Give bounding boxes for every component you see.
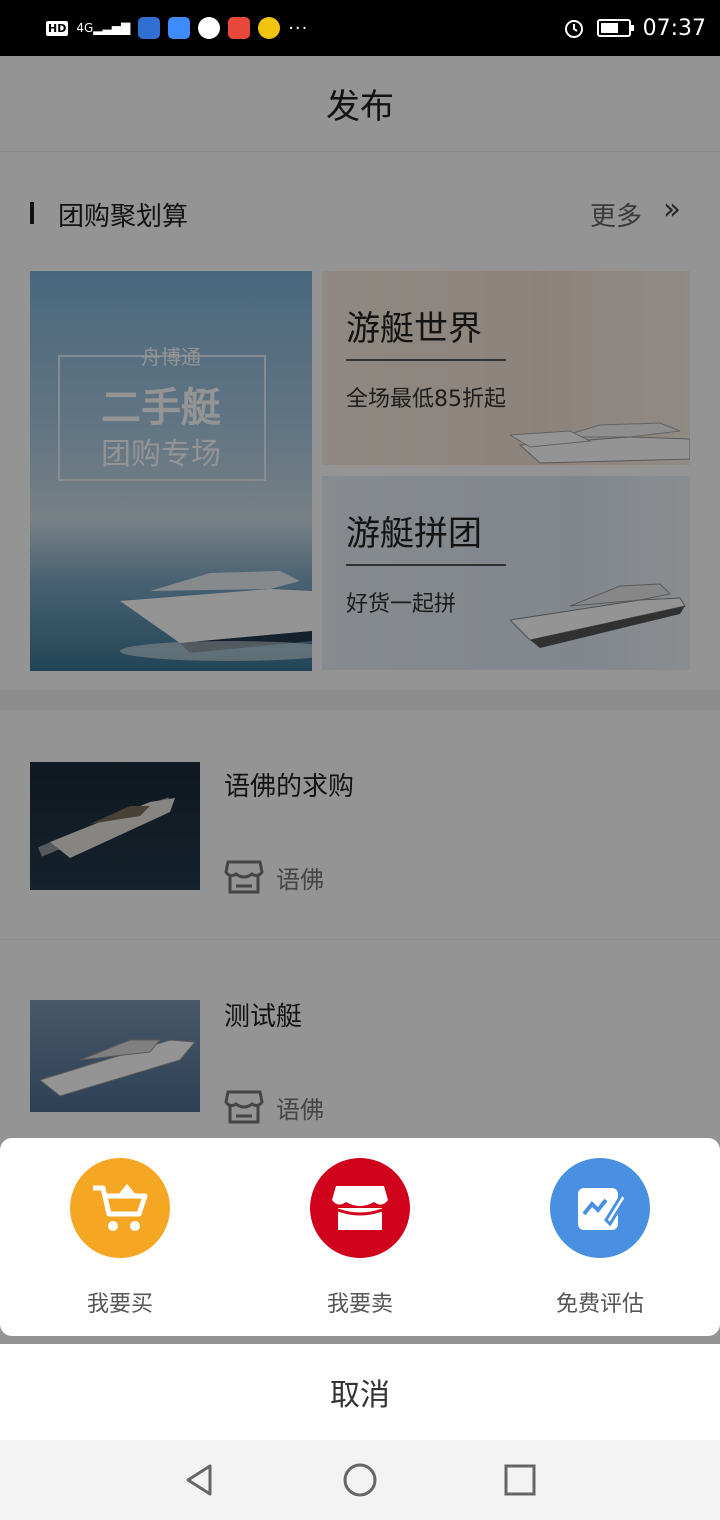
sell-action-button[interactable]: 我要卖 bbox=[290, 1158, 430, 1318]
buy-action-label: 我要买 bbox=[86, 1292, 153, 1317]
alarm-icon bbox=[564, 20, 583, 38]
app-notification-icon bbox=[138, 17, 161, 39]
cart-icon bbox=[93, 1184, 148, 1231]
cancel-label: 取消 bbox=[330, 1378, 390, 1413]
app-notification-icon bbox=[228, 17, 251, 39]
publish-action-sheet: 我要买 我要卖 免费评估 bbox=[0, 1138, 720, 1336]
cancel-button[interactable]: 取消 bbox=[0, 1344, 720, 1440]
sell-action-label: 我要卖 bbox=[326, 1292, 393, 1317]
back-icon[interactable] bbox=[180, 1460, 220, 1500]
hd-icon: HD bbox=[46, 20, 69, 36]
system-navigation-bar bbox=[0, 1440, 720, 1520]
network-type: 4G bbox=[76, 21, 94, 35]
evaluate-action-button[interactable]: 免费评估 bbox=[530, 1158, 670, 1318]
wechat-icon bbox=[198, 17, 221, 39]
signal-icon: 4G▂▃▅▇ bbox=[76, 21, 131, 35]
shop-icon bbox=[332, 1186, 388, 1230]
evaluate-action-label: 免费评估 bbox=[555, 1292, 644, 1317]
recents-icon[interactable] bbox=[500, 1460, 540, 1500]
evaluate-icon-circle bbox=[550, 1158, 650, 1258]
buy-action-button[interactable]: 我要买 bbox=[50, 1158, 190, 1318]
more-notifications-icon: ··· bbox=[288, 17, 309, 39]
battery-icon bbox=[596, 19, 634, 37]
edit-chart-icon bbox=[578, 1188, 628, 1230]
status-icons: HD 4G▂▃▅▇ ··· bbox=[46, 17, 308, 39]
app-notification-icon bbox=[258, 17, 281, 39]
app-notification-icon bbox=[168, 17, 191, 39]
sell-icon-circle bbox=[310, 1158, 410, 1258]
buy-icon-circle bbox=[70, 1158, 170, 1258]
home-icon[interactable] bbox=[340, 1460, 380, 1500]
status-bar: HD 4G▂▃▅▇ ··· 07:37 bbox=[0, 0, 720, 56]
status-time: 07:37 bbox=[642, 15, 706, 41]
